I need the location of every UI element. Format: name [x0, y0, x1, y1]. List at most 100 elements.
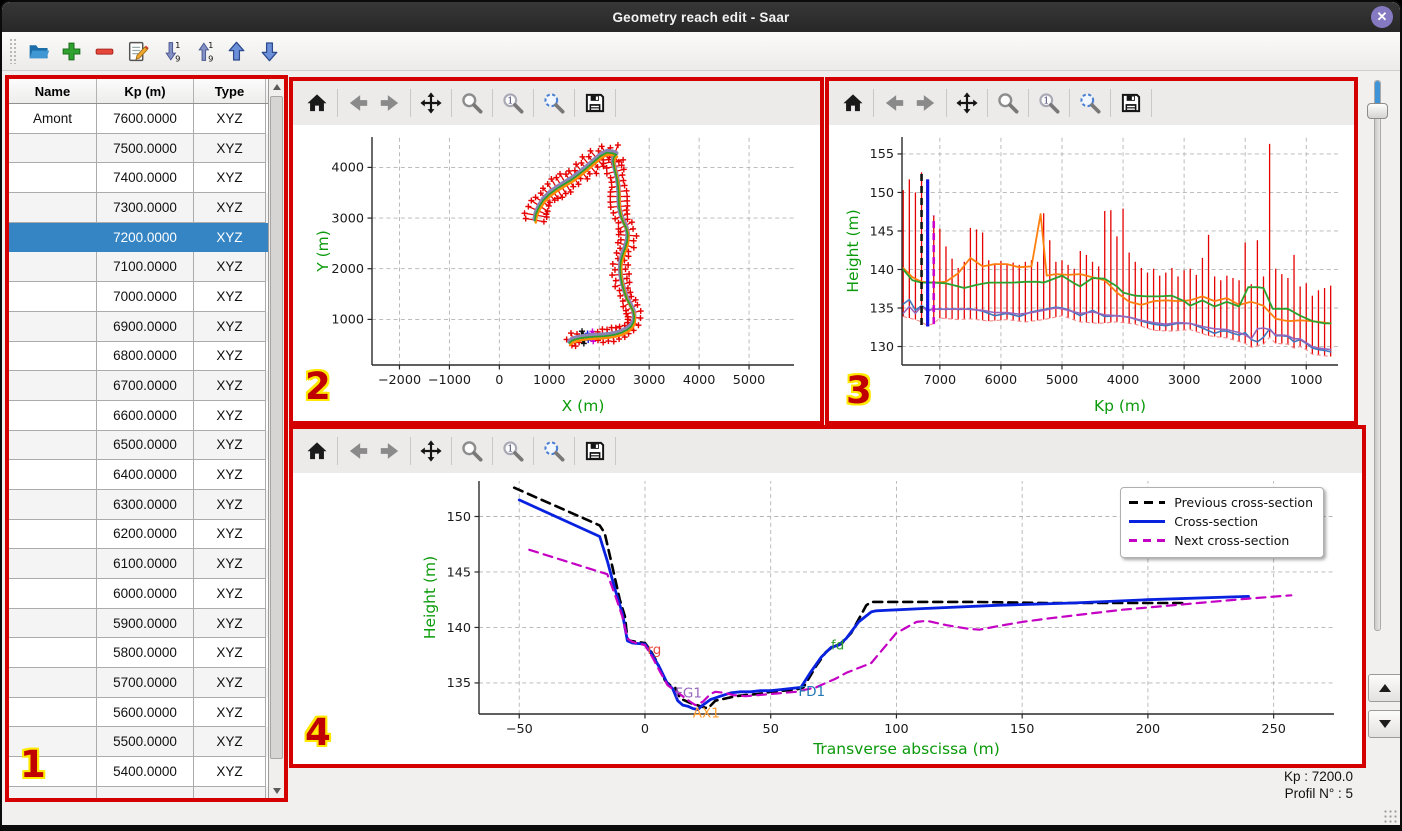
- table-row[interactable]: 6300.0000 XYZ: [9, 489, 268, 520]
- svg-text:−50: −50: [506, 722, 533, 737]
- zoom-region-button[interactable]: 1: [497, 435, 529, 467]
- table-row[interactable]: Amont 7600.0000 XYZ: [9, 104, 268, 134]
- cross-section-plot[interactable]: −50 0 50 100 150 200 250 135 140 145 150 Transverse…: [293, 473, 1362, 764]
- table-row[interactable]: 6400.0000 XYZ: [9, 460, 268, 490]
- toolbar-separator: [1028, 89, 1029, 117]
- zoom-button[interactable]: [456, 87, 488, 119]
- svg-text:1: 1: [1043, 96, 1049, 107]
- profile-slider-handle[interactable]: [1367, 103, 1388, 119]
- table-row[interactable]: 7000.0000 XYZ: [9, 282, 268, 312]
- table-row[interactable]: 7300.0000 XYZ: [9, 193, 268, 223]
- save-button[interactable]: [1115, 87, 1147, 119]
- table-row[interactable]: 6200.0000 XYZ: [9, 519, 268, 550]
- pan-button[interactable]: [951, 87, 983, 119]
- table-row[interactable]: 5600.0000 XYZ: [9, 697, 268, 728]
- table-cell: [9, 460, 97, 490]
- svg-text:3000: 3000: [633, 373, 666, 388]
- svg-text:0: 0: [641, 722, 649, 737]
- pan-button[interactable]: [415, 435, 447, 467]
- toolbar-separator: [1069, 89, 1070, 117]
- zoom-extents-button[interactable]: [1074, 87, 1106, 119]
- plan-view-plot[interactable]: −2000 −1000 0 1000 2000 3000 4000 5000 1000 2000 3…: [293, 125, 820, 421]
- close-icon: ✕: [1376, 9, 1388, 24]
- pan-button[interactable]: [415, 87, 447, 119]
- triangle-down-icon: [272, 787, 281, 794]
- table-row[interactable]: 5800.0000 XYZ: [9, 638, 268, 669]
- previous-profile-button[interactable]: [1368, 674, 1400, 702]
- zoom-extents-button[interactable]: [538, 435, 570, 467]
- forward-button[interactable]: [374, 435, 406, 467]
- svg-text:9: 9: [175, 53, 180, 63]
- table-cell: [9, 133, 97, 164]
- table-row[interactable]: 7200.0000 XYZ: [9, 222, 268, 253]
- sort-ascending-button[interactable]: 19: [189, 36, 219, 66]
- resize-grip[interactable]: [1383, 809, 1397, 823]
- table-row[interactable]: 7500.0000 XYZ: [9, 133, 268, 164]
- toolbar-separator: [533, 89, 534, 117]
- table-cell: 7200.0000: [97, 222, 194, 253]
- forward-icon: [380, 443, 399, 459]
- home-button[interactable]: [301, 435, 333, 467]
- table-cell: [9, 519, 97, 550]
- table-row[interactable]: 5400.0000 XYZ: [9, 757, 268, 787]
- scrollbar-thumb[interactable]: [270, 96, 283, 759]
- next-profile-button[interactable]: [1368, 710, 1400, 738]
- column-header-name[interactable]: Name: [9, 79, 97, 103]
- scroll-up-button[interactable]: [269, 79, 284, 94]
- forward-button[interactable]: [374, 87, 406, 119]
- move-up-button[interactable]: [222, 36, 252, 66]
- column-header-kp[interactable]: Kp (m): [97, 79, 194, 103]
- svg-text:3000: 3000: [1168, 373, 1201, 388]
- home-button[interactable]: [837, 87, 869, 119]
- table-row[interactable]: 7100.0000 XYZ: [9, 252, 268, 283]
- home-button[interactable]: [301, 87, 333, 119]
- forward-button[interactable]: [910, 87, 942, 119]
- sort-descending-button[interactable]: 19: [156, 36, 186, 66]
- zoom-region-button[interactable]: 1: [497, 87, 529, 119]
- table-row[interactable]: 6800.0000 XYZ: [9, 341, 268, 372]
- close-button[interactable]: ✕: [1371, 6, 1393, 28]
- delete-cross-section-button[interactable]: [90, 36, 120, 66]
- scrollbar-track[interactable]: [269, 94, 284, 783]
- save-button[interactable]: [579, 87, 611, 119]
- svg-text:100: 100: [884, 722, 908, 737]
- table-row[interactable]: [9, 786, 268, 798]
- table-row[interactable]: 6600.0000 XYZ: [9, 400, 268, 431]
- back-button[interactable]: [342, 435, 374, 467]
- table-cell: 5800.0000: [97, 638, 194, 669]
- zoom-button[interactable]: [992, 87, 1024, 119]
- scroll-down-button[interactable]: [269, 783, 284, 798]
- pan-icon: [420, 440, 442, 462]
- zoom-button[interactable]: [456, 435, 488, 467]
- column-header-type[interactable]: Type: [194, 79, 266, 103]
- table-row[interactable]: 5500.0000 XYZ: [9, 727, 268, 758]
- long-profile-plot[interactable]: 7000 6000 5000 4000 3000 2000 1000 130 135 140 145…: [829, 125, 1354, 421]
- table-row[interactable]: 6500.0000 XYZ: [9, 430, 268, 461]
- back-button[interactable]: [878, 87, 910, 119]
- table-row[interactable]: 6700.0000 XYZ: [9, 371, 268, 401]
- back-button[interactable]: [342, 87, 374, 119]
- svg-text:1: 1: [507, 444, 513, 455]
- titlebar[interactable]: Geometry reach edit - Saar ✕: [2, 2, 1400, 32]
- table-cell: 6400.0000: [97, 460, 194, 490]
- open-file-button[interactable]: [24, 36, 54, 66]
- edit-cross-section-button[interactable]: [123, 36, 153, 66]
- table-scrollbar[interactable]: [269, 79, 284, 798]
- add-cross-section-button[interactable]: [57, 36, 87, 66]
- table-row[interactable]: 6900.0000 XYZ: [9, 311, 268, 342]
- save-button[interactable]: [579, 435, 611, 467]
- table-row[interactable]: 6000.0000 XYZ: [9, 579, 268, 609]
- table-row[interactable]: 7400.0000 XYZ: [9, 163, 268, 194]
- annotation-1: 1: [20, 743, 46, 786]
- table-row[interactable]: 5700.0000 XYZ: [9, 668, 268, 698]
- arrow-up-19-icon: 19: [198, 39, 213, 63]
- toolbar-grip-handle[interactable]: [9, 38, 16, 64]
- zoom-extents-button[interactable]: [538, 87, 570, 119]
- move-down-button[interactable]: [255, 36, 285, 66]
- svg-text:Y (m): Y (m): [314, 230, 332, 273]
- profile-slider-track[interactable]: [1374, 80, 1381, 631]
- zoom-region-button[interactable]: 1: [1033, 87, 1065, 119]
- table-row[interactable]: 6100.0000 XYZ: [9, 549, 268, 579]
- table-row[interactable]: 5900.0000 XYZ: [9, 608, 268, 639]
- table-cell: [9, 400, 97, 431]
